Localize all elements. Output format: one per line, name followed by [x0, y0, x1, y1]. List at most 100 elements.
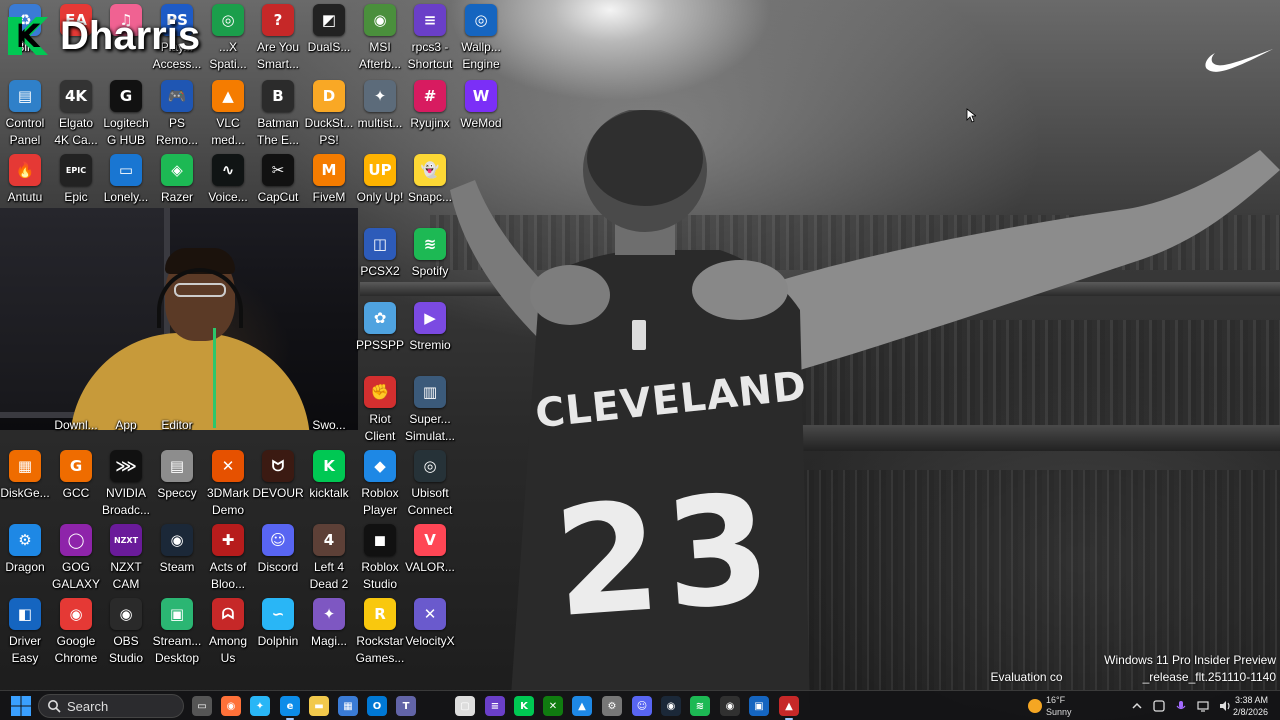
weather-widget[interactable]: 16°F Sunny [1028, 693, 1072, 719]
desktop-icon[interactable]: EPIC Epic [49, 154, 103, 226]
desktop-icon[interactable]: 👻 Snapc... [403, 154, 457, 226]
taskbar-app-firefox[interactable]: ◉ [221, 696, 241, 716]
desktop-icon[interactable]: ▦ DiskGe... [0, 450, 52, 522]
desktop-icon[interactable]: ☺ Discord [251, 524, 305, 596]
desktop-icon[interactable]: ✊ Riot Client [353, 376, 407, 448]
desktop-icon-label: Razer [160, 190, 193, 204]
taskbar-app-app-red[interactable]: ▲ [779, 696, 799, 720]
app-icon: ▣ [161, 598, 193, 630]
taskbar-search-box[interactable]: Search [38, 694, 184, 718]
desktop-icon[interactable]: ◎ Ubisoft Connect [403, 450, 457, 522]
app-icon: ? [262, 4, 294, 36]
desktop-icon[interactable]: ∿ Voice... [201, 154, 255, 226]
taskbar-app-app-blue[interactable]: ▣ [749, 696, 769, 716]
desktop-icon[interactable]: ◫ PCSX2 [353, 228, 407, 300]
app-icon: ◈ [161, 154, 193, 186]
desktop-icon[interactable]: ◉ Google Chrome [49, 598, 103, 670]
taskbar-app-teams[interactable]: T [396, 696, 416, 716]
taskbar-app-spotify[interactable]: ≋ [690, 696, 710, 716]
desktop-icon[interactable]: W WeMod [454, 80, 508, 152]
network-icon[interactable] [1196, 698, 1210, 712]
taskbar-app-task-view[interactable]: ▭ [192, 696, 212, 716]
taskbar-app-file-explorer[interactable]: ▬ [309, 696, 329, 716]
desktop-icon[interactable]: 4K Elgato 4K Ca... [49, 80, 103, 152]
watermark-build-suffix: _release_flt.251110-1140 [1142, 670, 1276, 684]
desktop-icon[interactable]: ᗣ Among Us [201, 598, 255, 670]
app-icon: ✕ [212, 450, 244, 482]
desktop-icon[interactable]: ▥ Super... Simulat... [403, 376, 457, 448]
desktop-icon[interactable]: D DuckSt... PS! [302, 80, 356, 152]
desktop-icon[interactable]: ◎ ...X Spati... [201, 4, 255, 76]
desktop-icon[interactable]: ✚ Acts of Bloo... [201, 524, 255, 596]
desktop-icon[interactable]: ▶ Stremio [403, 302, 457, 374]
desktop-icon-label: Ryujinx [410, 116, 450, 130]
app-icon: ⋙ [110, 450, 142, 482]
taskbar-app-store[interactable]: ▦ [338, 696, 358, 716]
desktop-icon[interactable]: ≋ Spotify [403, 228, 457, 300]
desktop-icon[interactable]: R Rockstar Games... [353, 598, 407, 670]
microphone-icon[interactable] [1174, 698, 1188, 712]
desktop-icon[interactable]: ◉ MSI Afterb... [353, 4, 407, 76]
desktop-icon[interactable]: ✂ CapCut [251, 154, 305, 226]
app-icon: ◉ [110, 598, 142, 630]
desktop-icon[interactable]: UP Only Up! [353, 154, 407, 226]
desktop-icon[interactable]: ✦ Magi... [302, 598, 356, 670]
taskbar-app-steam[interactable]: ◉ [661, 696, 681, 716]
taskbar-clock[interactable]: 3:38 AM 2/8/2026 [1233, 694, 1268, 718]
desktop-icon[interactable]: Kkicktalk [302, 450, 356, 522]
taskbar-app-kick[interactable]: K [514, 696, 534, 716]
windows-start-icon[interactable] [10, 695, 32, 717]
desktop-icon[interactable]: ≡ rpcs3 - Shortcut [403, 4, 457, 76]
desktop-icon[interactable]: ◼ Roblox Studio [353, 524, 407, 596]
desktop-icon[interactable]: ◆ Roblox Player [353, 450, 407, 522]
desktop-icon[interactable]: ◈ Razer [150, 154, 204, 226]
desktop-icon[interactable]: G Logitech G HUB [99, 80, 153, 152]
desktop-icon[interactable]: ⚙ Dragon [0, 524, 52, 596]
desktop-icon[interactable]: # Ryujinx [403, 80, 457, 152]
taskbar-app-discord[interactable]: ☺ [632, 696, 652, 716]
desktop-icon[interactable]: 🎮 PS Remo... [150, 80, 204, 152]
chevron-up-icon[interactable] [1130, 698, 1144, 712]
desktop-icon[interactable]: G GCC [49, 450, 103, 522]
desktop-icon[interactable]: ◉ Steam [150, 524, 204, 596]
desktop-icon-label: DiskGe... [0, 486, 50, 500]
desktop-icon[interactable]: ✕ VelocityX [403, 598, 457, 670]
desktop-icon[interactable]: ▤ Control Panel [0, 80, 52, 152]
app-icon: ◩ [313, 4, 345, 36]
desktop-icon[interactable]: ◧ Driver Easy [0, 598, 52, 670]
desktop-icon[interactable]: 4 Left 4 Dead 2 [302, 524, 356, 596]
taskbar-app-edge[interactable]: e [280, 696, 300, 720]
taskbar-app-photos[interactable]: ▲ [572, 696, 592, 716]
taskbar-app-xbox[interactable]: ✕ [543, 696, 563, 716]
taskbar-app-app-multicolor[interactable]: ✦ [250, 696, 270, 716]
desktop-icon-label: rpcs3 - Shortcut [407, 40, 453, 71]
desktop-icon[interactable]: ▭ Lonely... [99, 154, 153, 226]
desktop-icon[interactable]: NZXT NZXT CAM [99, 524, 153, 596]
desktop-icon[interactable]: ∽ Dolphin [251, 598, 305, 670]
desktop-icon[interactable]: ✦ multist... [353, 80, 407, 152]
desktop-icon[interactable]: ◎ Wallp... Engine [454, 4, 508, 76]
desktop-icon[interactable]: ◉ OBS Studio [99, 598, 153, 670]
desktop-icon[interactable]: ▤ Speccy [150, 450, 204, 522]
desktop-icon[interactable]: ▲ VLC med... [201, 80, 255, 152]
taskbar-app-settings[interactable]: ⚙ [602, 696, 622, 716]
desktop-icon[interactable]: 🔥 Antutu [0, 154, 52, 226]
desktop-icon[interactable]: V VALOR... [403, 524, 457, 596]
desktop-icon[interactable]: ▣ Stream... Desktop [150, 598, 204, 670]
desktop-icon[interactable]: ᗢ DEVOUR [251, 450, 305, 522]
desktop-icon[interactable]: ✕ 3DMark Demo [201, 450, 255, 522]
taskbar-app-app-white[interactable]: ▢ [455, 696, 475, 716]
desktop-icon[interactable]: B Batman The E... [251, 80, 305, 152]
taskbar-app-app-purple[interactable]: ≡ [485, 696, 505, 716]
volume-icon[interactable] [1218, 698, 1232, 712]
desktop-icon[interactable]: ? Are You Smart... [251, 4, 305, 76]
desktop-icon[interactable]: ◯ GOG GALAXY [49, 524, 103, 596]
desktop-icon[interactable]: M FiveM [302, 154, 356, 226]
taskbar-app-outlook[interactable]: O [367, 696, 387, 716]
desktop-icon[interactable]: ⋙ NVIDIA Broadc... [99, 450, 153, 522]
app-tray-icon[interactable] [1152, 698, 1166, 712]
desktop-icon[interactable]: ✿ PPSSPP [353, 302, 407, 374]
watermark-build: Evaluation co _release_flt.251110-1140 [991, 669, 1276, 686]
taskbar-app-obs[interactable]: ◉ [720, 696, 740, 716]
desktop-icon[interactable]: ◩ DualS... [302, 4, 356, 76]
